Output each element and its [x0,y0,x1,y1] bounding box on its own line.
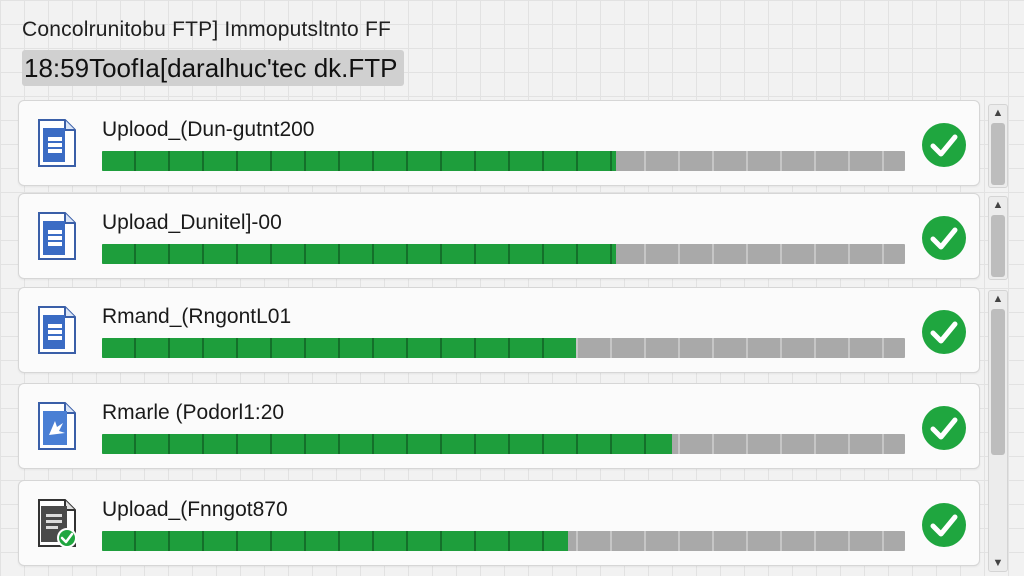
transfer-row[interactable]: Upload_(Fnngot870 [18,480,980,566]
file-name: Rmand_(RngontL01 [102,305,292,328]
progress-bar [102,151,905,171]
progress-fill [102,244,616,264]
check-circle-icon [922,310,966,354]
spreadsheet-file-icon [38,119,76,167]
scroll-thumb[interactable] [991,215,1005,277]
progress-fill [102,151,616,171]
transfer-row[interactable]: Upload_Dunitel]-00 [18,193,980,279]
scroll-up-arrow-icon[interactable]: ▲ [989,291,1007,307]
scroll-up-arrow-icon[interactable]: ▲ [989,105,1007,121]
scroll-thumb[interactable] [991,123,1005,185]
spreadsheet-file-icon [38,212,76,260]
transfer-row[interactable]: Rmand_(RngontL01 [18,287,980,373]
check-circle-icon [922,406,966,450]
scroll-thumb[interactable] [991,309,1005,455]
transfer-row[interactable]: Rmarle (Podorl1:20 [18,383,980,469]
scrollbar[interactable]: ▲ ▼ [988,290,1008,572]
verified-document-icon [38,499,77,548]
header: Concolrunitobu FTP] Immoputsltnto FF 18:… [22,14,1002,94]
scrollbar[interactable]: ▲ [988,196,1008,280]
scrollbar[interactable]: ▲ [988,104,1008,188]
file-name: Upload_Dunitel]-00 [102,211,282,234]
check-circle-icon [922,123,966,167]
progress-fill [102,531,568,551]
scroll-up-arrow-icon[interactable]: ▲ [989,197,1007,213]
progress-bar [102,338,905,358]
progress-fill [102,434,673,454]
progress-fill [102,338,576,358]
spreadsheet-file-icon [38,306,76,354]
file-name: Uplood_(Dun-gutnt200 [102,118,315,141]
file-name: Rmarle (Podorl1:20 [102,401,285,424]
app-title: Concolrunitobu FTP] Immoputsltnto FF [22,18,391,41]
progress-bar [102,244,905,264]
transfer-list: Uplood_(Dun-gutnt200 Upload_Dunitel]-00 [18,100,982,576]
scroll-down-arrow-icon[interactable]: ▼ [989,555,1007,571]
check-circle-icon [922,216,966,260]
progress-bar [102,434,905,454]
document-file-icon [38,402,76,450]
progress-bar [102,531,905,551]
file-name: Upload_(Fnngot870 [102,498,288,521]
status-line: 18:59ToofIa[daralhuc'tec dk.FTP [22,50,404,86]
check-circle-icon [922,503,966,547]
ftp-client-window: Concolrunitobu FTP] Immoputsltnto FF 18:… [0,0,1024,576]
transfer-row[interactable]: Uplood_(Dun-gutnt200 [18,100,980,186]
